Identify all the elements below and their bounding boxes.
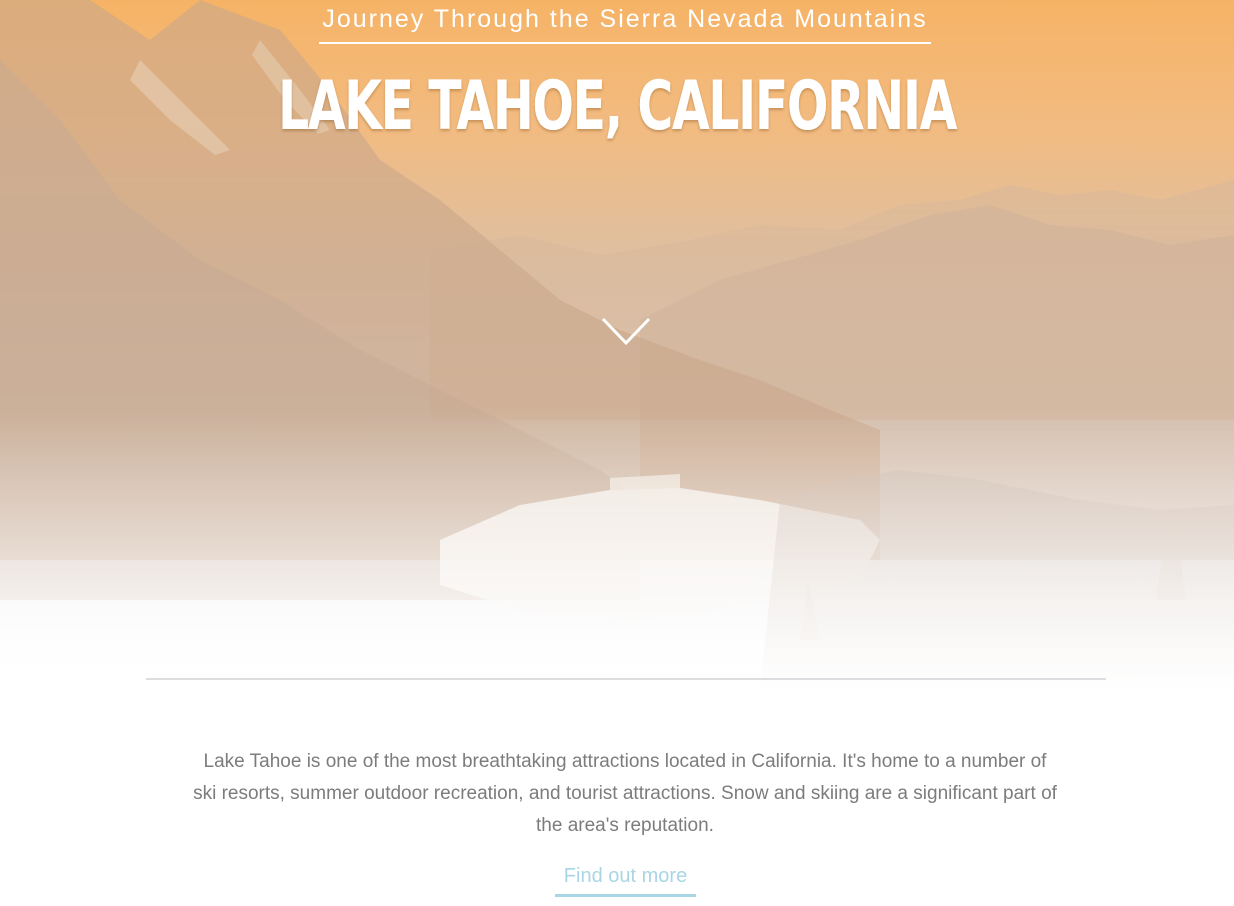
intro-description: Lake Tahoe is one of the most breathtaki…	[193, 751, 1057, 836]
section-divider	[146, 678, 1106, 680]
hero-fade-overlay	[0, 410, 1234, 690]
hero-section: Journey Through the Sierra Nevada Mounta…	[0, 0, 1234, 690]
hero-tagline: Journey Through the Sierra Nevada Mounta…	[319, 2, 931, 44]
chevron-down-icon[interactable]	[600, 314, 652, 350]
hero-title: LAKE TAHOE, CALIFORNIA	[277, 67, 958, 146]
find-out-more-link[interactable]: Find out more	[555, 862, 696, 897]
page: Journey Through the Sierra Nevada Mounta…	[0, 0, 1234, 906]
